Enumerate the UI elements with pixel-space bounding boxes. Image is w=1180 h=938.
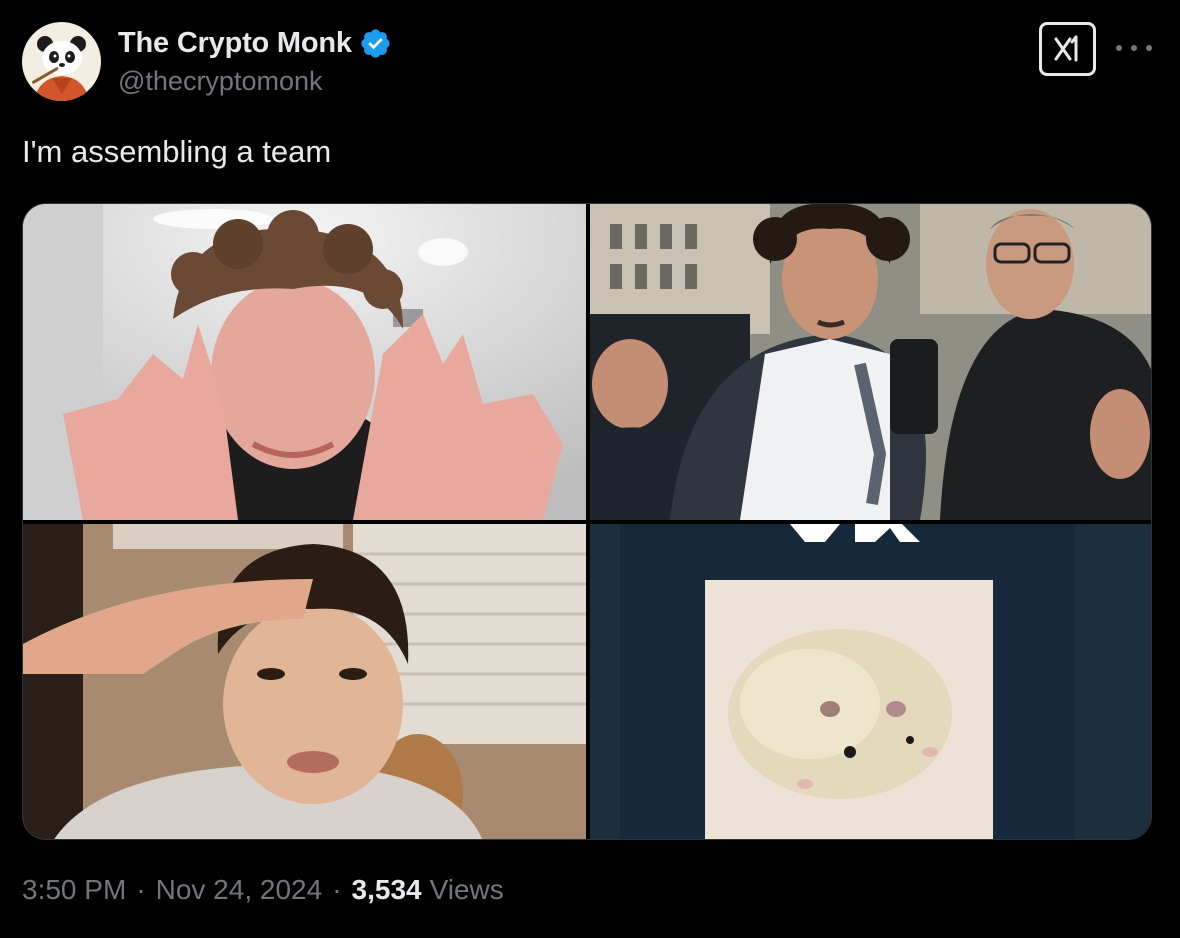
tweet-date[interactable]: Nov 24, 2024 <box>156 874 323 906</box>
grok-icon <box>1054 35 1077 62</box>
more-dots-icon <box>1116 45 1122 51</box>
photo-hamster[interactable] <box>590 524 1151 839</box>
views-count: 3,534 <box>351 874 422 905</box>
more-dots-icon <box>1146 45 1152 51</box>
meta-separator: · <box>136 874 146 905</box>
avatar[interactable] <box>22 22 101 101</box>
grok-button[interactable] <box>1039 22 1096 76</box>
more-dots-icon <box>1131 45 1137 51</box>
tweet-time[interactable]: 3:50 PM <box>22 874 126 906</box>
meta-separator: · <box>332 874 342 905</box>
photo-man-in-crowd-with-bodyguard[interactable] <box>590 204 1151 520</box>
more-options-button[interactable] <box>1116 36 1152 60</box>
photo-man-saluting[interactable] <box>23 524 586 839</box>
tweet-text: I'm assembling a team <box>22 134 332 169</box>
author-name-row[interactable]: The Crypto Monk <box>118 25 392 61</box>
author-handle[interactable]: @thecryptomonk <box>118 66 323 97</box>
photo-curly-hair-young-man-gesturing[interactable] <box>23 204 586 520</box>
views-label: Views <box>429 874 504 905</box>
author-display-name[interactable]: The Crypto Monk <box>118 27 352 60</box>
panda-monk-avatar-icon <box>22 22 101 101</box>
tweet-meta: 3:50 PM · Nov 24, 2024 · 3,534 Views <box>22 874 504 906</box>
media-grid <box>22 203 1152 840</box>
verified-badge-icon <box>361 28 390 58</box>
